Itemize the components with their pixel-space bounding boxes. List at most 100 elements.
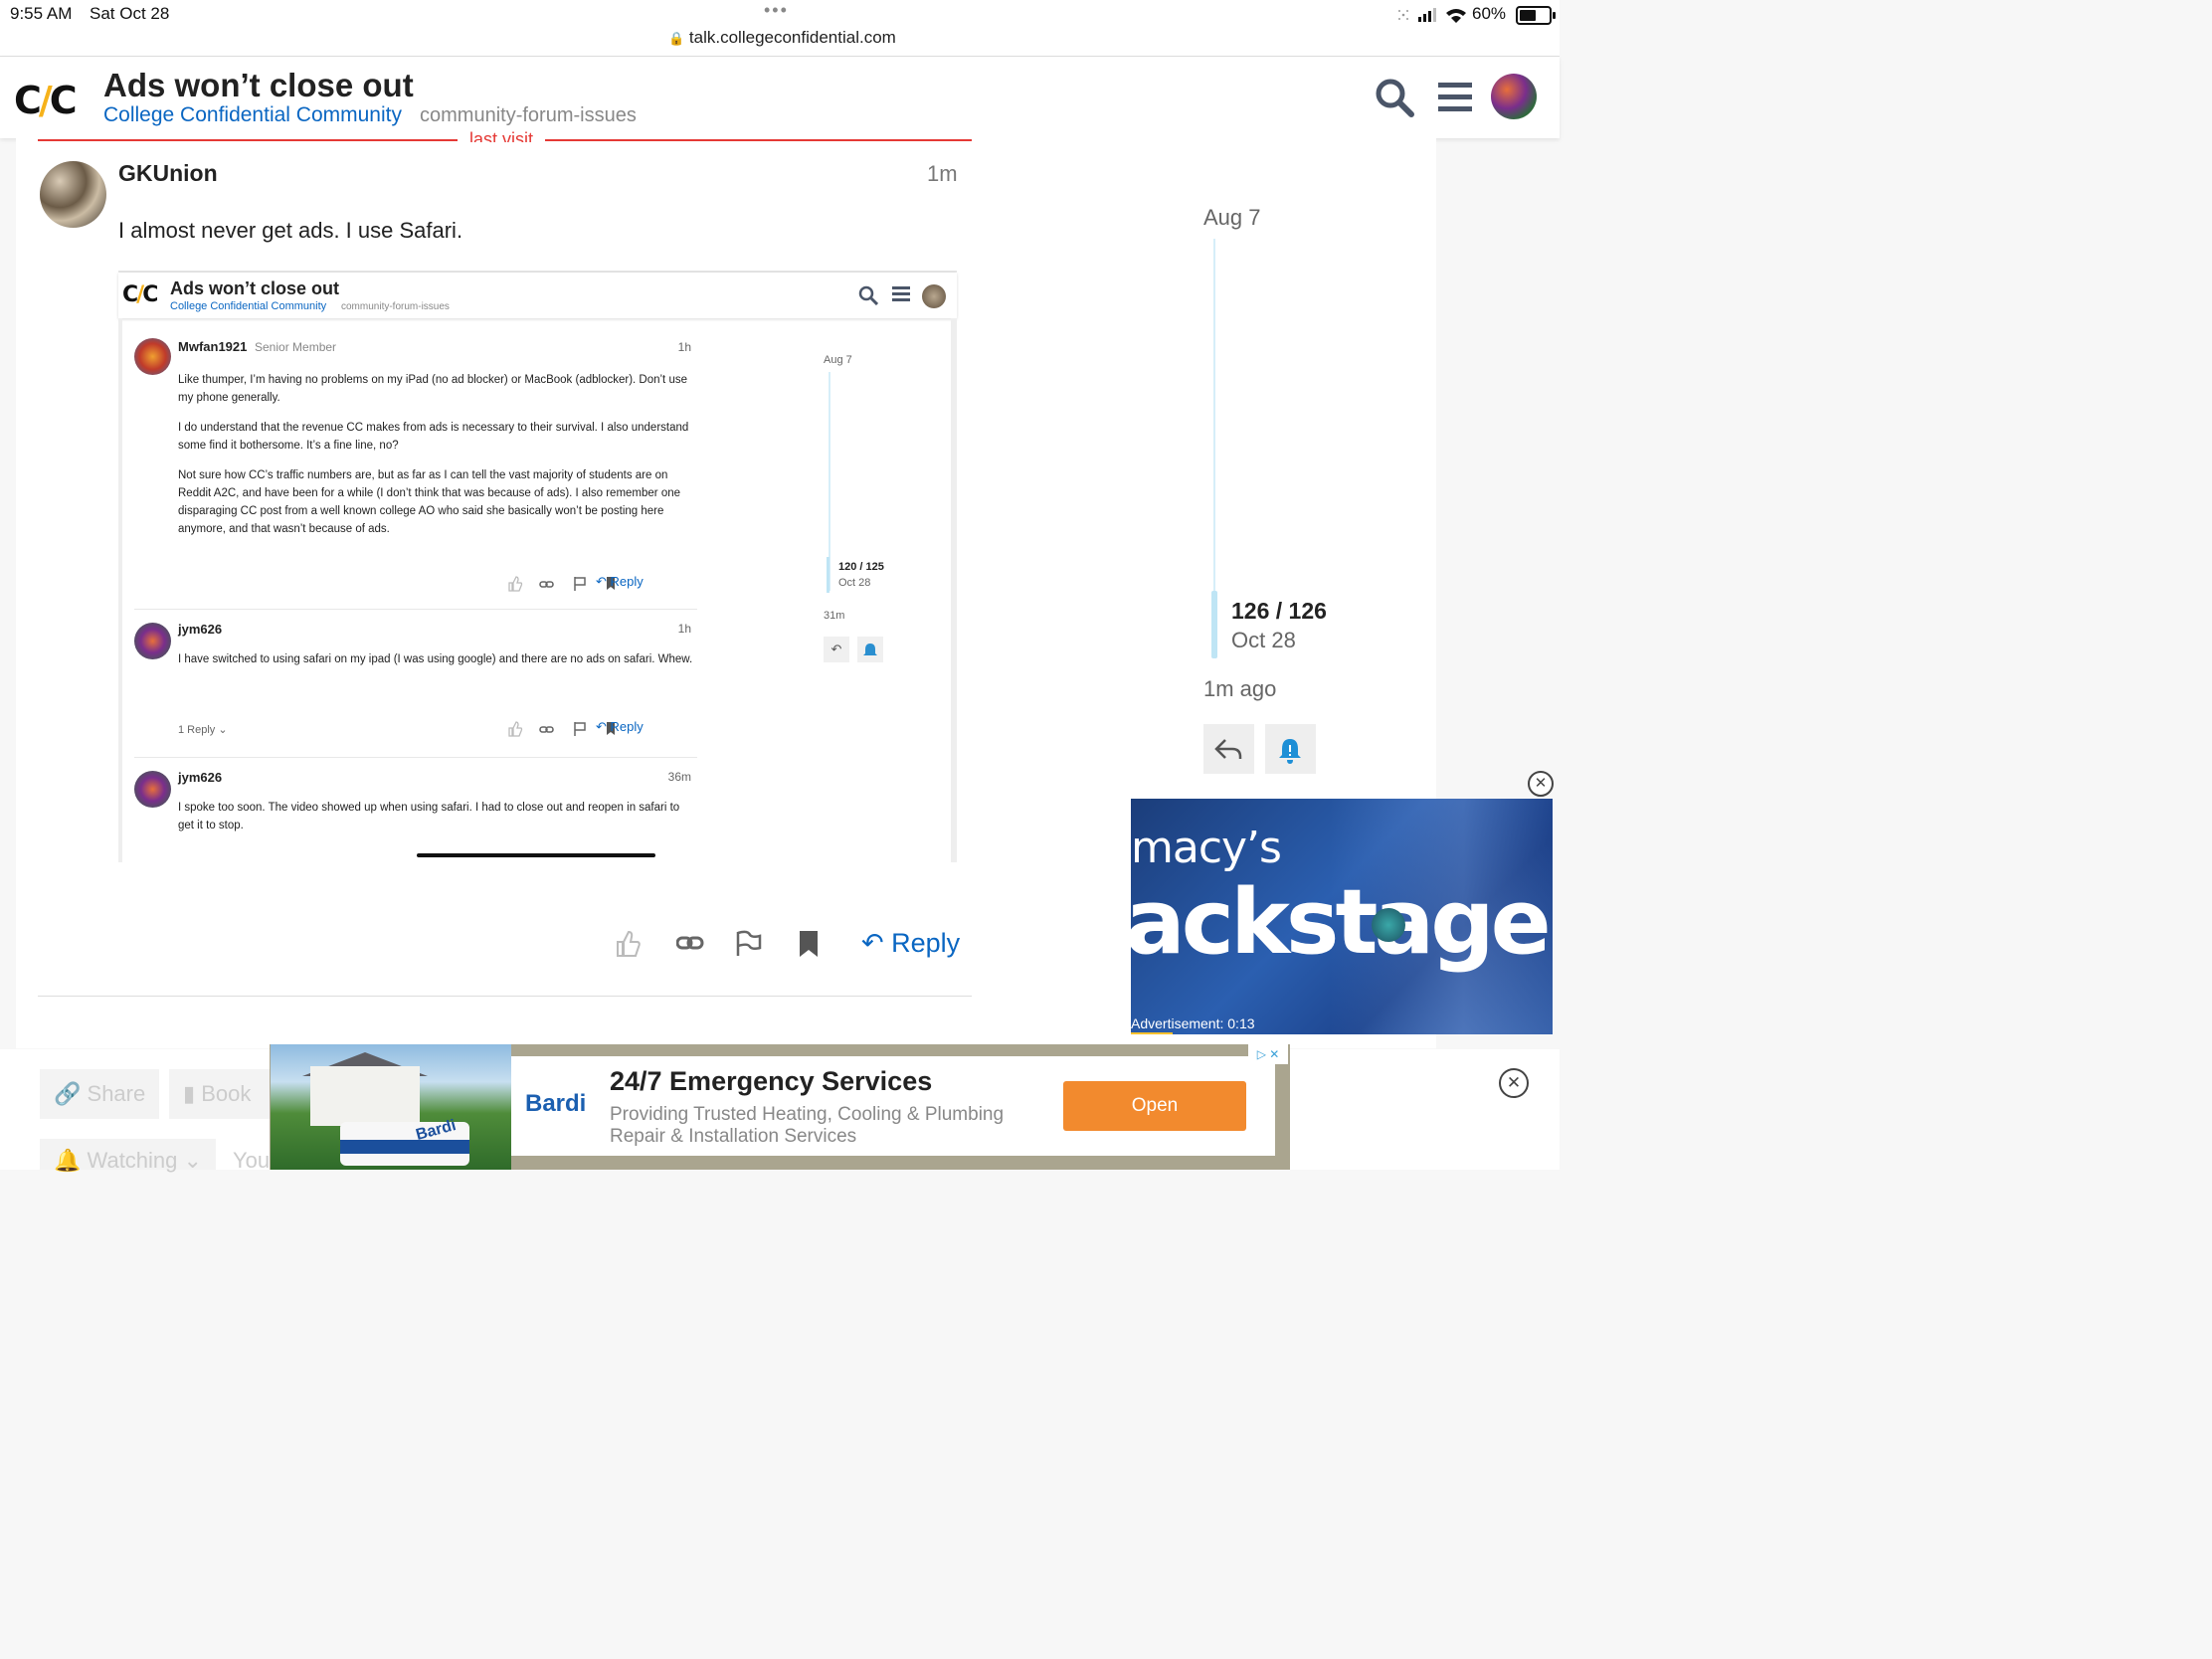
status-bar: 9:55 AM Sat Oct 28 ••• 🔒 talk.collegecon… [0, 0, 1560, 57]
embedded-menu-icon [892, 286, 910, 301]
share-button[interactable]: 🔗 Share [40, 1069, 160, 1119]
embedded-bell-icon [857, 637, 883, 662]
ad-headline: 24/7 Emergency Services [610, 1066, 933, 1096]
embedded-post-time: 36m [667, 770, 691, 784]
bell-icon [1279, 739, 1301, 764]
timeline-notification-button[interactable] [1265, 724, 1316, 774]
embedded-post-body: I have switched to using safari on my ip… [178, 653, 693, 665]
embedded-post: jym626 1h I have switched to using safar… [134, 619, 699, 748]
site-header: C/C Ads won’t close out College Confiden… [0, 57, 1560, 138]
timeline-reply-button[interactable] [1203, 724, 1254, 774]
status-time: 9:55 AM [10, 4, 73, 23]
embedded-post-body: Like thumper, I’m having no problems on … [178, 374, 689, 535]
status-date: Sat Oct 28 [90, 4, 170, 23]
embedded-reply-icon: ↶ [824, 637, 849, 662]
embedded-screenshot[interactable]: C/C Ads won’t close out College Confiden… [118, 271, 957, 862]
link-icon[interactable] [676, 933, 704, 955]
post-divider [38, 996, 972, 997]
embedded-divider [134, 609, 697, 610]
embedded-timeline-start: Aug 7 [824, 354, 852, 366]
ad-van-stripe [340, 1140, 469, 1154]
embedded-post-avatar [134, 623, 171, 659]
timeline-date: Oct 28 [1231, 628, 1296, 652]
adchoices-icon[interactable]: ▷ ✕ [1248, 1044, 1288, 1064]
embedded-replies-toggle: 1 Reply ⌄ [178, 724, 228, 736]
embedded-border-right [951, 318, 957, 862]
embedded-reply-button: ↶ Reply [596, 719, 644, 734]
banner-advertisement[interactable]: Bardi Bardi 24/7 Emergency Services Prov… [270, 1044, 1290, 1170]
category-link[interactable]: College Confidential Community [103, 103, 402, 127]
embedded-post-time: 1h [677, 340, 691, 354]
embedded-title: Ads won’t close out [170, 278, 340, 298]
battery-percent: 60% [1472, 4, 1507, 23]
video-show-text: ackstage [1131, 870, 1552, 975]
site-logo[interactable]: C/C [14, 79, 78, 122]
embedded-post-author: Mwfan1921 [178, 339, 248, 354]
embedded-logo: C/C [122, 282, 158, 307]
search-icon[interactable] [1375, 78, 1414, 117]
embedded-timeline-date: Oct 28 [838, 577, 871, 589]
embedded-post-time: 1h [677, 622, 691, 636]
ad-panel[interactable]: Bardi 24/7 Emergency Services Providing … [511, 1056, 1275, 1156]
post-author-name[interactable]: GKUnion [118, 160, 218, 187]
battery-icon [1516, 6, 1556, 25]
topic-title[interactable]: Ads won’t close out [103, 67, 414, 104]
reply-icon [1214, 739, 1242, 759]
hamburger-menu-icon[interactable] [1438, 83, 1472, 112]
embedded-post: jym626 36m I spoke too soon. The video s… [134, 767, 699, 846]
video-ball [1372, 908, 1405, 942]
video-ad-close-icon[interactable]: ✕ [1528, 771, 1554, 797]
ad-open-button[interactable]: Open [1063, 1081, 1246, 1131]
embedded-post-author: jym626 [178, 622, 223, 637]
timeline-start-date[interactable]: Aug 7 [1203, 205, 1261, 231]
embedded-header: C/C Ads won’t close out College Confiden… [118, 273, 957, 318]
post-time[interactable]: 1m [927, 161, 958, 187]
video-brand-text: macy’s [1131, 823, 1282, 873]
post-author-avatar[interactable] [40, 161, 106, 228]
embedded-timeline-handle [827, 557, 830, 593]
last-visit-label: last visit [458, 129, 546, 142]
bookmark-icon[interactable] [799, 930, 819, 958]
ad-description-line1: Providing Trusted Heating, Cooling & Plu… [610, 1104, 1005, 1125]
timeline-last-activity[interactable]: 1m ago [1203, 676, 1276, 702]
embedded-post-rank: Senior Member [255, 340, 337, 354]
post-text: I almost never get ads. I use Safari. [118, 218, 463, 243]
video-advertisement[interactable]: macy’s ackstage Advertisement: 0:13 [1131, 799, 1553, 1034]
timeline-handle[interactable] [1211, 591, 1217, 658]
video-progress [1131, 1032, 1174, 1034]
watching-button[interactable]: 🔔 Watching ⌄ [40, 1139, 216, 1173]
embedded-divider [134, 757, 697, 758]
url-text: talk.collegeconfidential.com [688, 28, 896, 47]
embedded-search-icon [858, 285, 878, 305]
embedded-reply-button: ↶ Reply [596, 574, 644, 589]
embedded-post-body: I spoke too soon. The video showed up wh… [178, 802, 680, 831]
home-indicator [417, 853, 655, 857]
banner-ad-close-icon[interactable]: ✕ [1499, 1068, 1529, 1098]
url-bar[interactable]: 🔒 talk.collegeconfidential.com [668, 28, 896, 48]
ad-description-line2: Repair & Installation Services [610, 1126, 857, 1147]
ad-photo: Bardi [271, 1044, 511, 1170]
signal-wifi-icons [1398, 8, 1466, 23]
embedded-post-author: jym626 [178, 770, 223, 785]
multitask-dots[interactable]: ••• [764, 0, 789, 21]
embedded-timeline-count: 120 / 125 [838, 561, 884, 573]
embedded-tag: community-forum-issues [341, 301, 450, 312]
ad-house [310, 1066, 420, 1126]
reply-button[interactable]: ↶ Reply [861, 928, 960, 959]
ad-logo: Bardi [525, 1090, 587, 1117]
flag-icon[interactable] [736, 930, 762, 958]
like-icon[interactable] [615, 930, 643, 958]
user-avatar[interactable] [1491, 74, 1537, 119]
tag-link[interactable]: community-forum-issues [420, 104, 637, 127]
notification-status-text: You [233, 1148, 271, 1173]
timeline-post-count: 126 / 126 [1231, 598, 1327, 624]
embedded-timeline-ago: 31m [824, 610, 845, 622]
video-ad-label: Advertisement: 0:13 [1131, 1015, 1255, 1031]
embedded-post-avatar [134, 771, 171, 808]
embedded-post-avatar [134, 338, 171, 375]
embedded-post: Mwfan1921 Senior Member 1h Like thumper,… [134, 334, 699, 603]
embedded-category: College Confidential Community [170, 300, 327, 312]
lock-icon: 🔒 [668, 31, 685, 46]
embedded-border-left [118, 318, 122, 862]
embedded-avatar [922, 284, 946, 308]
